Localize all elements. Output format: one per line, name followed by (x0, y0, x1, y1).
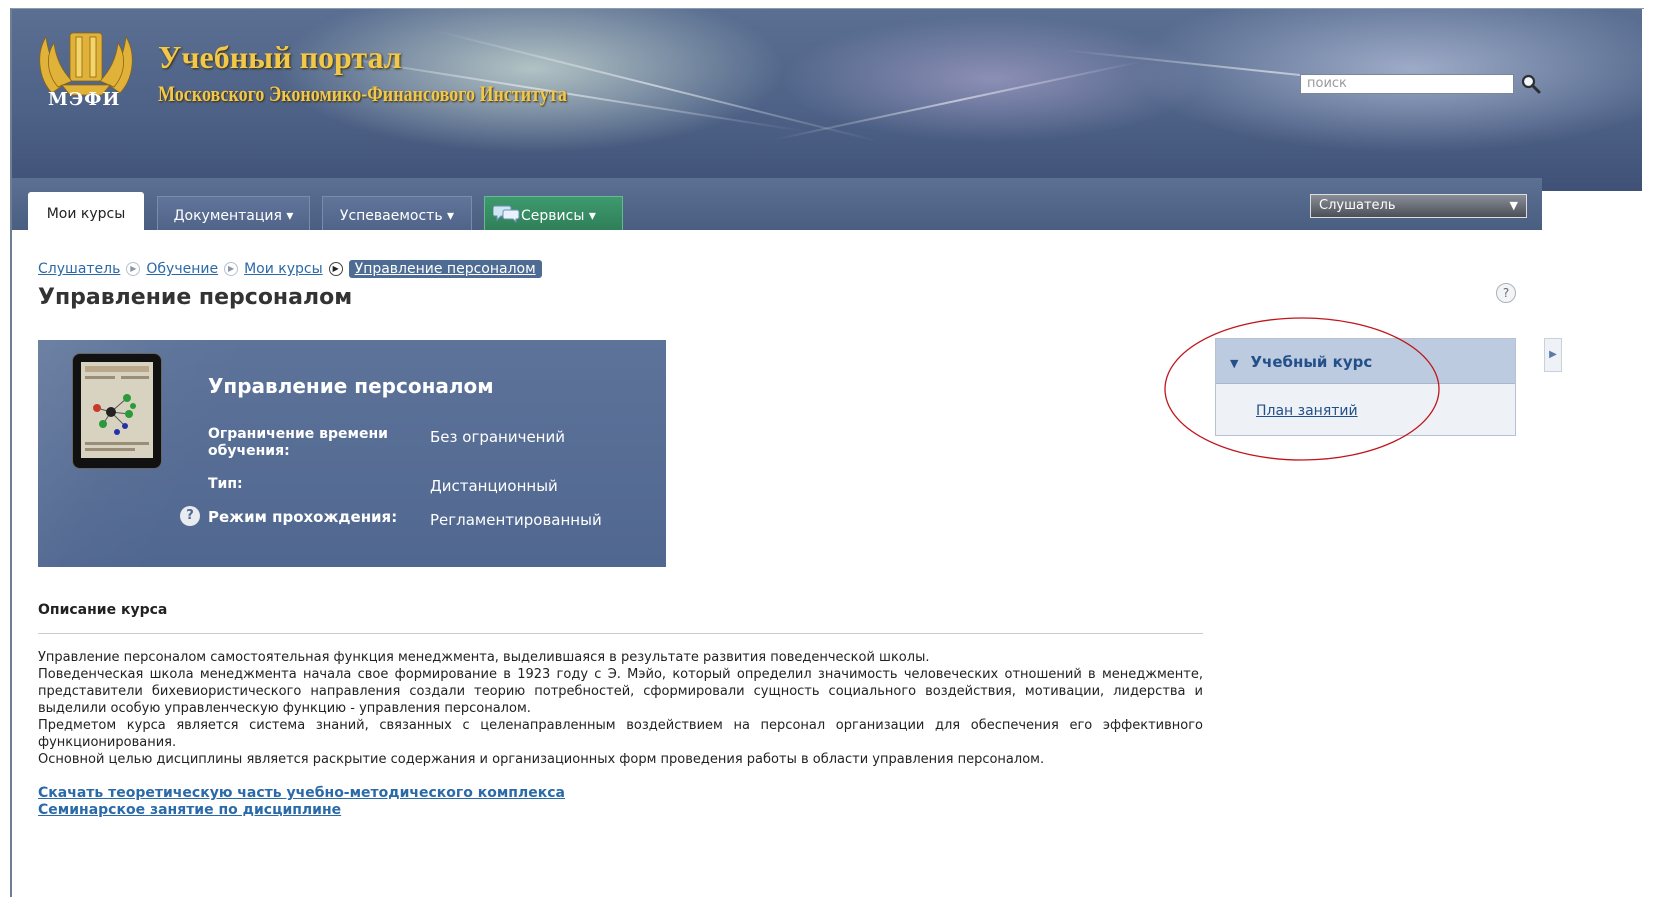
description-paragraph: Поведенческая школа менеджмента начала с… (38, 667, 1203, 716)
breadcrumb-item-my-courses[interactable]: Мои курсы (244, 261, 323, 277)
download-theory-link[interactable]: Скачать теоретическую часть учебно-метод… (38, 785, 565, 801)
course-diagram-icon (85, 366, 149, 451)
course-thumbnail-tablet (73, 354, 161, 468)
course-mode-value: Регламентированный (430, 511, 602, 529)
description-paragraph: Управление персоналом самостоятельная фу… (38, 650, 930, 665)
page-title: Управление персоналом (38, 285, 353, 310)
help-icon[interactable]: ? (1496, 283, 1516, 303)
description-heading: Описание курса (38, 602, 168, 618)
mode-help-icon[interactable]: ? (180, 506, 200, 526)
course-card: Управление персоналом Ограничение времен… (38, 340, 666, 567)
breadcrumb: Слушатель ▶ Обучение ▶ Мои курсы ▶ Управ… (38, 260, 542, 278)
side-panel-toggle-icon[interactable]: ▶ (1544, 338, 1562, 372)
course-card-title: Управление персоналом (208, 374, 494, 398)
description-text: Управление персоналом самостоятельная фу… (38, 649, 1203, 768)
breadcrumb-current[interactable]: Управление персоналом (348, 260, 542, 278)
course-time-limit-value: Без ограничений (430, 428, 565, 446)
description-paragraph: Основной целью дисциплины является раскр… (38, 752, 1045, 767)
description-paragraph: Предметом курса является система знаний,… (38, 718, 1203, 750)
course-type-value: Дистанционный (430, 477, 558, 495)
breadcrumb-item-learning[interactable]: Обучение (146, 261, 218, 277)
course-type-label: Тип: (208, 476, 243, 492)
seminar-link[interactable]: Семинарское занятие по дисциплине (38, 802, 341, 818)
course-mode-label: Режим прохождения: (208, 508, 398, 526)
breadcrumb-arrow-icon: ▶ (328, 262, 343, 276)
breadcrumb-arrow-icon: ▶ (224, 262, 239, 276)
course-thumbnail-screen (81, 362, 153, 458)
description-divider (38, 633, 1203, 634)
breadcrumb-arrow-icon: ▶ (126, 262, 141, 276)
annotation-ellipse (1164, 317, 1440, 461)
course-time-limit-label: Ограничение времени обучения: (208, 426, 388, 459)
breadcrumb-item-listener[interactable]: Слушатель (38, 261, 120, 277)
